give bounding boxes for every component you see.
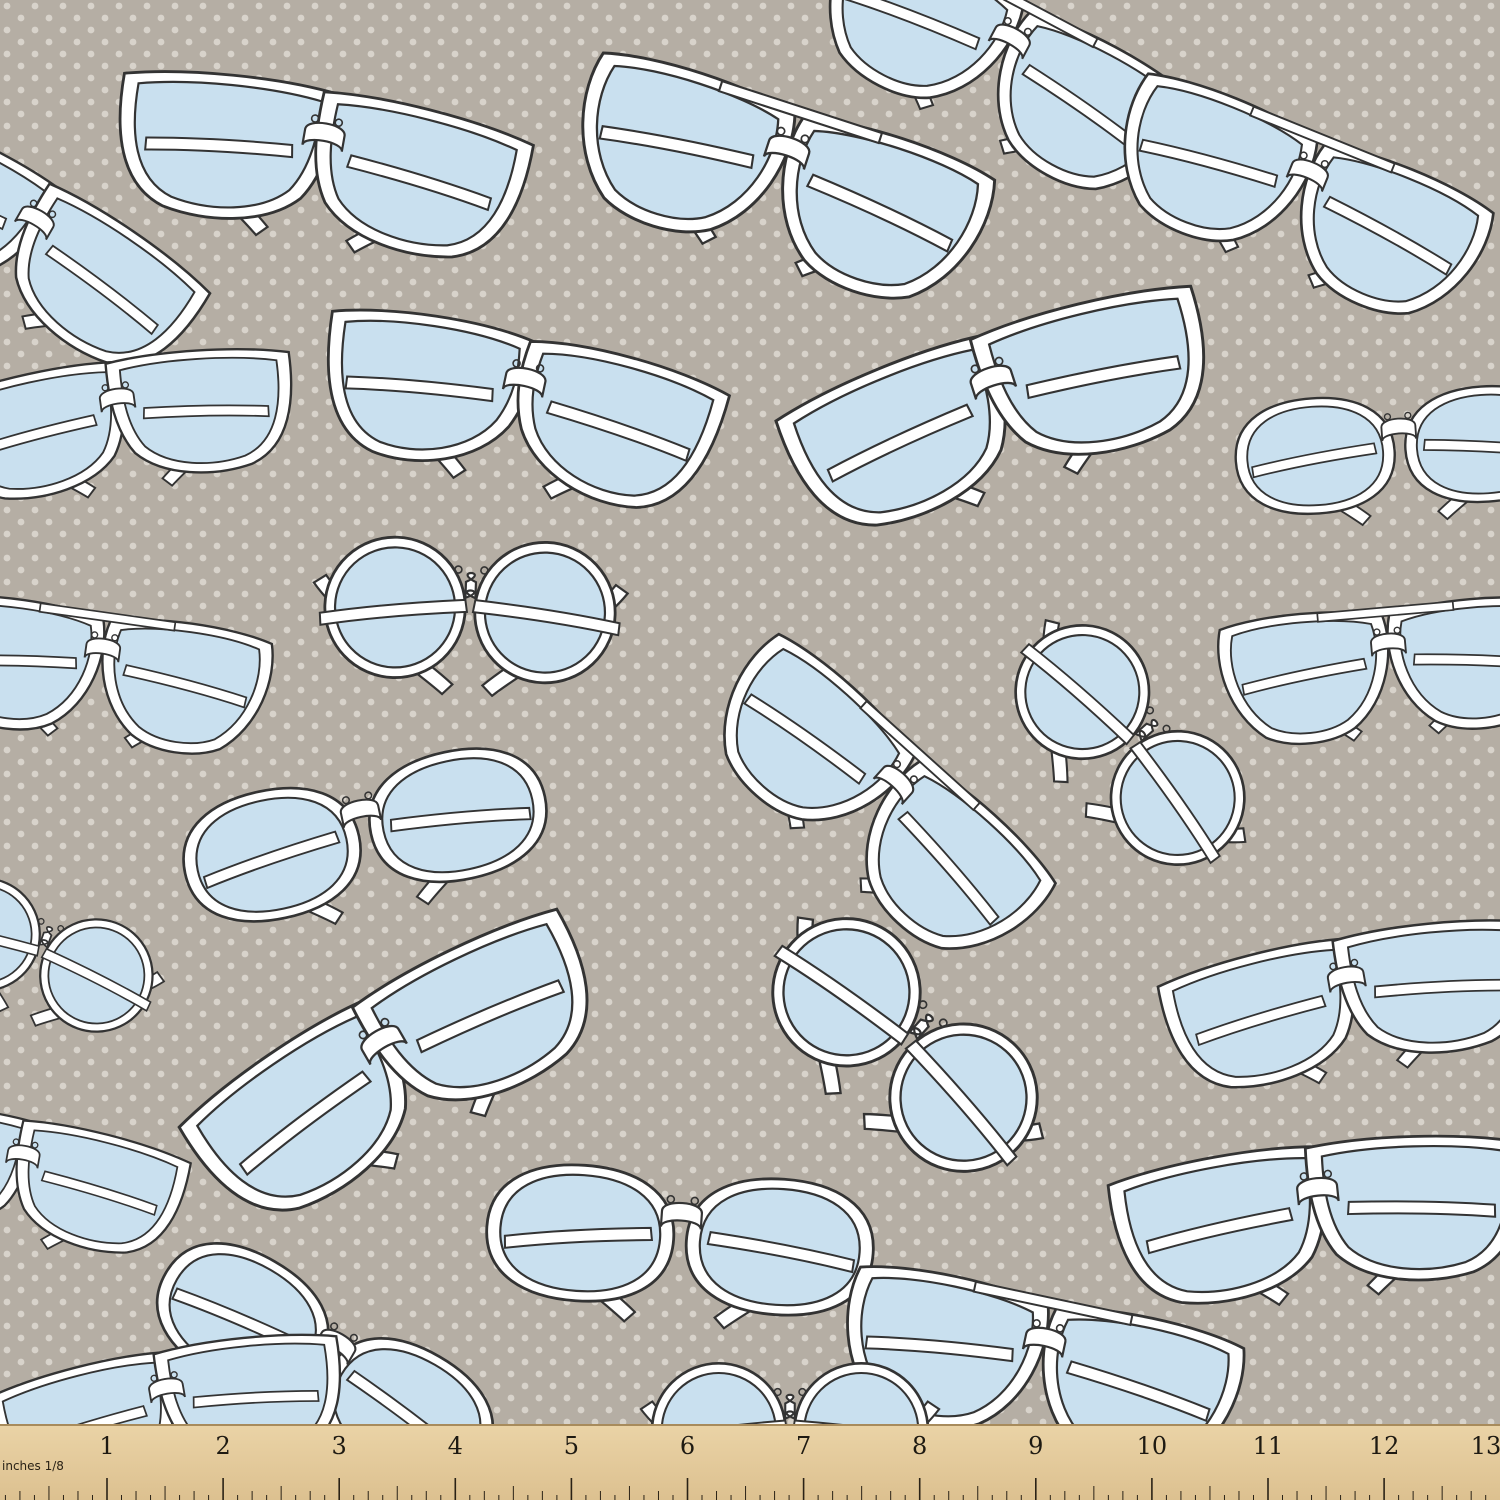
ruler-number: 11: [1253, 1432, 1284, 1460]
ruler-number: 9: [1028, 1432, 1043, 1460]
ruler-number: 10: [1137, 1432, 1168, 1460]
ruler-number: 8: [912, 1432, 927, 1460]
ruler-number: 3: [332, 1432, 347, 1460]
ruler-numbers: 1 2 3 4 5 6 7 8 9 10 11 12 13: [99, 1432, 1500, 1460]
ruler-number: 6: [680, 1432, 695, 1460]
ruler-ticks: [4, 1478, 1487, 1500]
ruler-number: 4: [448, 1432, 463, 1460]
ruler-number: 5: [564, 1432, 579, 1460]
ruler-number: 1: [99, 1432, 114, 1460]
fabric-swatch: 1 2 3 4 5 6 7 8 9 10 11 12 13 inches 1/8: [0, 0, 1500, 1500]
ruler-unit-label: inches 1/8: [2, 1459, 64, 1473]
ruler-number: 12: [1369, 1432, 1400, 1460]
ruler-number: 2: [215, 1432, 230, 1460]
eyeglasses-pattern: [0, 0, 1500, 1500]
ruler-number: 13: [1471, 1432, 1500, 1460]
ruler-number: 7: [796, 1432, 811, 1460]
bridge: [784, 1393, 796, 1421]
measuring-ruler: 1 2 3 4 5 6 7 8 9 10 11 12 13 inches 1/8: [0, 1424, 1500, 1500]
bridge: [464, 571, 478, 600]
